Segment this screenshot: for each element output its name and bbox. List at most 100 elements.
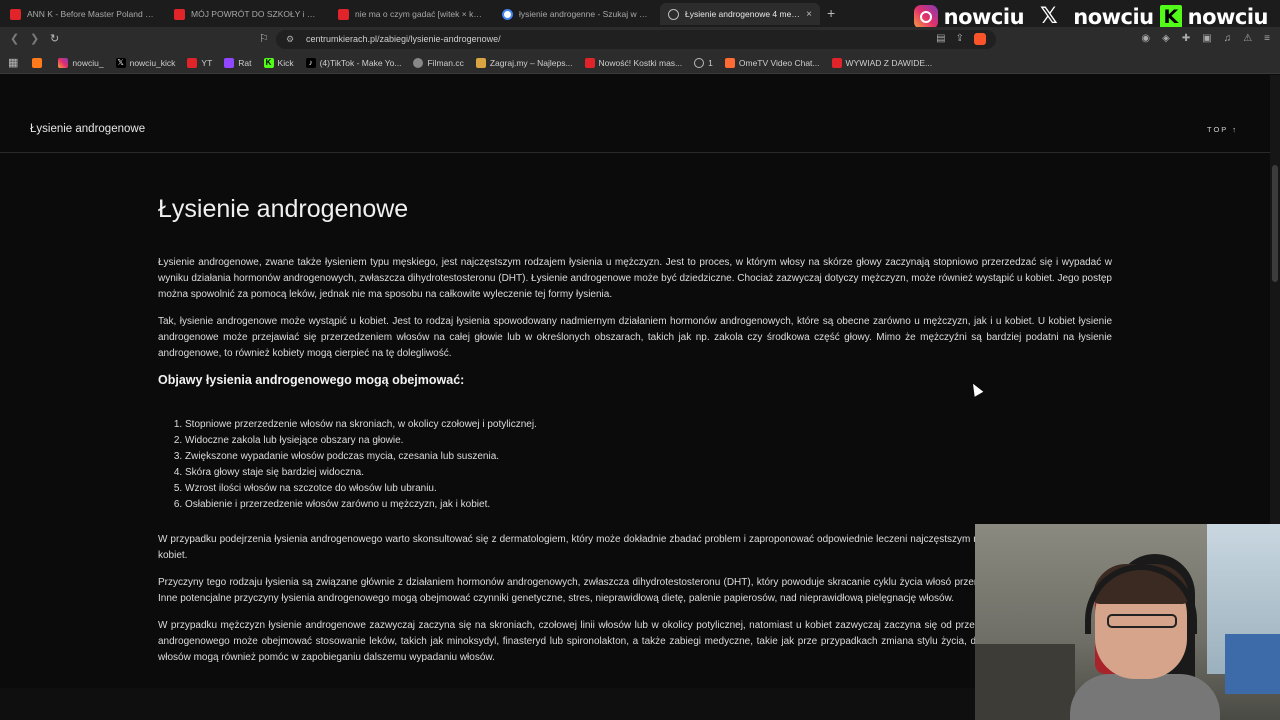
google-icon bbox=[502, 8, 513, 20]
stream-social-overlay: nowciu_ 𝕏 _nowciu K nowciu bbox=[913, 4, 1269, 29]
tab-title: Łysienie androgenowe 4 metody bbox=[685, 9, 801, 19]
x-icon: 𝕏 bbox=[115, 57, 126, 68]
bookmark-label: nowciu_ bbox=[72, 57, 104, 68]
globe-icon bbox=[668, 8, 679, 20]
tab-1[interactable]: ANN K - Before Master Poland Dj Ba bbox=[2, 3, 162, 25]
extensions-icon[interactable]: ✚ bbox=[1182, 33, 1190, 44]
youtube-icon bbox=[338, 8, 349, 20]
apps-grid-icon[interactable]: ▦ bbox=[8, 56, 18, 69]
list-item: Skóra głowy staje się bardziej widoczna. bbox=[185, 465, 1112, 481]
tab-5-active[interactable]: Łysienie androgenowe 4 metody × bbox=[660, 3, 820, 25]
new-tab-button[interactable]: + bbox=[827, 5, 835, 21]
kick-handle: nowciu bbox=[1187, 4, 1269, 29]
list-item: Zwiększone wypadanie włosów podczas myci… bbox=[185, 449, 1112, 465]
bookmark-label: Filman.cc bbox=[427, 57, 464, 68]
bookmark-item[interactable]: Nowość! Kostki mas... bbox=[584, 57, 683, 68]
brave-shields-icon[interactable] bbox=[974, 33, 986, 45]
x-handle: _nowciu bbox=[1063, 4, 1154, 29]
bookmark-label: OmeTV Video Chat... bbox=[738, 57, 820, 68]
tab-4[interactable]: łysienie androgenne - Szukaj w Goog bbox=[494, 3, 656, 25]
list-item: Wzrost ilości włosów na szczotce do włos… bbox=[185, 481, 1112, 497]
tiktok-icon: ♪ bbox=[305, 57, 316, 68]
kick-icon: K bbox=[263, 57, 274, 68]
bookmark-item[interactable]: 𝕏nowciu_kick bbox=[115, 57, 176, 68]
bookmark-label: nowciu_kick bbox=[129, 57, 176, 68]
bookmark-item[interactable]: 1 bbox=[694, 57, 713, 68]
youtube-icon bbox=[584, 57, 595, 68]
reader-mode-icon[interactable]: ▤ bbox=[936, 33, 945, 45]
bookmark-folder[interactable] bbox=[32, 57, 46, 68]
x-icon: 𝕏 bbox=[1040, 4, 1058, 29]
bookmarks-bar: ▦ nowciu_ 𝕏nowciu_kick YT Rat K Kick ♪ (4)… bbox=[0, 52, 1280, 74]
bookmark-item[interactable]: K Kick bbox=[263, 57, 294, 68]
back-icon[interactable]: ❮ bbox=[10, 32, 19, 45]
bookmark-label: Kick bbox=[277, 57, 294, 68]
zagraj-icon bbox=[475, 57, 486, 68]
close-tab-icon[interactable]: × bbox=[806, 9, 812, 20]
instagram-handle: nowciu_ bbox=[943, 4, 1035, 29]
youtube-icon bbox=[831, 57, 842, 68]
bookmark-item[interactable]: YT bbox=[187, 57, 213, 68]
bookmark-label: WYWIAD Z DAWIDE... bbox=[845, 57, 933, 68]
rewards-icon[interactable]: ⚠ bbox=[1243, 33, 1252, 44]
youtube-icon bbox=[174, 8, 185, 20]
bookmark-item[interactable]: Rat bbox=[224, 57, 252, 68]
webcam-shelf bbox=[1225, 634, 1280, 694]
tab-title: nie ma o czym gadać [witek × kasix bbox=[355, 9, 482, 19]
kick-icon: K bbox=[1159, 4, 1182, 29]
paragraph-consult: W przypadku podejrzenia łysienia androge… bbox=[158, 534, 1112, 561]
sidebar-icon[interactable]: ▣ bbox=[1202, 33, 1211, 44]
site-header: Łysienie androgenowe TOP ↑ bbox=[0, 75, 1270, 153]
list-item: Widoczne zakola lub łysiejące obszary na… bbox=[185, 433, 1112, 449]
page-title: Łysienie androgenowe bbox=[158, 195, 409, 223]
globe-icon bbox=[694, 57, 705, 68]
webcam-overlay bbox=[975, 524, 1280, 720]
tab-title: MÓJ POWRÓT DO SZKOŁY i SMUTN bbox=[191, 9, 318, 19]
browser-toolbar: ❮ ❯ ↻ ⚐ ⚙ centrumkierach.pl/zabiegi/lysi… bbox=[0, 27, 1280, 52]
address-bar[interactable]: ⚙ centrumkierach.pl/zabiegi/lysienie-and… bbox=[276, 30, 996, 49]
music-icon[interactable]: ♫ bbox=[1224, 33, 1232, 44]
menu-icon[interactable]: ≡ bbox=[1264, 33, 1270, 44]
twitch-icon bbox=[224, 57, 235, 68]
site-header-title[interactable]: Łysienie androgenowe bbox=[30, 123, 145, 135]
bookmark-item[interactable]: Filman.cc bbox=[413, 57, 464, 68]
tab-3[interactable]: nie ma o czym gadać [witek × kasix bbox=[330, 3, 490, 25]
folder-icon bbox=[32, 57, 43, 68]
instagram-icon bbox=[58, 57, 69, 68]
vpn-icon[interactable]: ◉ bbox=[1141, 33, 1150, 44]
bookmark-label: YT bbox=[201, 57, 213, 68]
bookmark-item[interactable]: nowciu_ bbox=[58, 57, 104, 68]
bookmark-item[interactable]: OmeTV Video Chat... bbox=[724, 57, 820, 68]
list-item: Osłabienie i przerzedzenie włosów zarówn… bbox=[185, 497, 1112, 513]
paragraph-intro: Łysienie androgenowe, zwane także łysien… bbox=[158, 257, 1112, 300]
youtube-icon bbox=[187, 57, 198, 68]
tab-title: ANN K - Before Master Poland Dj Ba bbox=[27, 9, 154, 19]
bookmark-item[interactable]: ♪ (4)TikTok - Make Yo... bbox=[305, 57, 402, 68]
bookmark-item[interactable]: WYWIAD Z DAWIDE... bbox=[831, 57, 933, 68]
bookmark-label: (4)TikTok - Make Yo... bbox=[319, 57, 402, 68]
share-icon[interactable]: ⇪ bbox=[956, 33, 964, 45]
scrollbar-thumb[interactable] bbox=[1272, 165, 1278, 282]
bookmark-icon[interactable]: ⚐ bbox=[259, 32, 269, 45]
back-to-top-link[interactable]: TOP ↑ bbox=[1207, 125, 1238, 134]
bookmark-label: Rat bbox=[238, 57, 252, 68]
youtube-icon bbox=[10, 8, 21, 20]
tab-title: łysienie androgenne - Szukaj w Goog bbox=[519, 9, 648, 19]
browser-window: ANN K - Before Master Poland Dj Ba MÓJ P… bbox=[0, 0, 1280, 720]
forward-icon[interactable]: ❯ bbox=[30, 32, 39, 45]
wallet-icon[interactable]: ◈ bbox=[1162, 33, 1170, 44]
reload-icon[interactable]: ↻ bbox=[50, 32, 59, 45]
list-item: Stopniowe przerzedzenie włosów na skroni… bbox=[185, 417, 1112, 433]
bookmark-item[interactable]: Zagraj.my – Najleps... bbox=[475, 57, 573, 68]
site-settings-icon[interactable]: ⚙ bbox=[286, 34, 294, 45]
bookmark-label: Zagraj.my – Najleps... bbox=[489, 57, 573, 68]
url-text[interactable]: centrumkierach.pl/zabiegi/lysienie-andro… bbox=[306, 34, 501, 44]
webcam-person-shirt bbox=[1070, 674, 1220, 720]
instagram-icon bbox=[913, 4, 938, 29]
webcam-furniture bbox=[975, 644, 1075, 720]
tab-2[interactable]: MÓJ POWRÓT DO SZKOŁY i SMUTN bbox=[166, 3, 326, 25]
bookmark-label: Nowość! Kostki mas... bbox=[598, 57, 683, 68]
paragraph-women: Tak, łysienie androgenowe może wystąpić … bbox=[158, 316, 1112, 359]
paragraph-treatment: W przypadku mężczyzn łysienie androgenow… bbox=[158, 620, 1112, 663]
symptoms-list: Stopniowe przerzedzenie włosów na skroni… bbox=[185, 417, 1112, 513]
